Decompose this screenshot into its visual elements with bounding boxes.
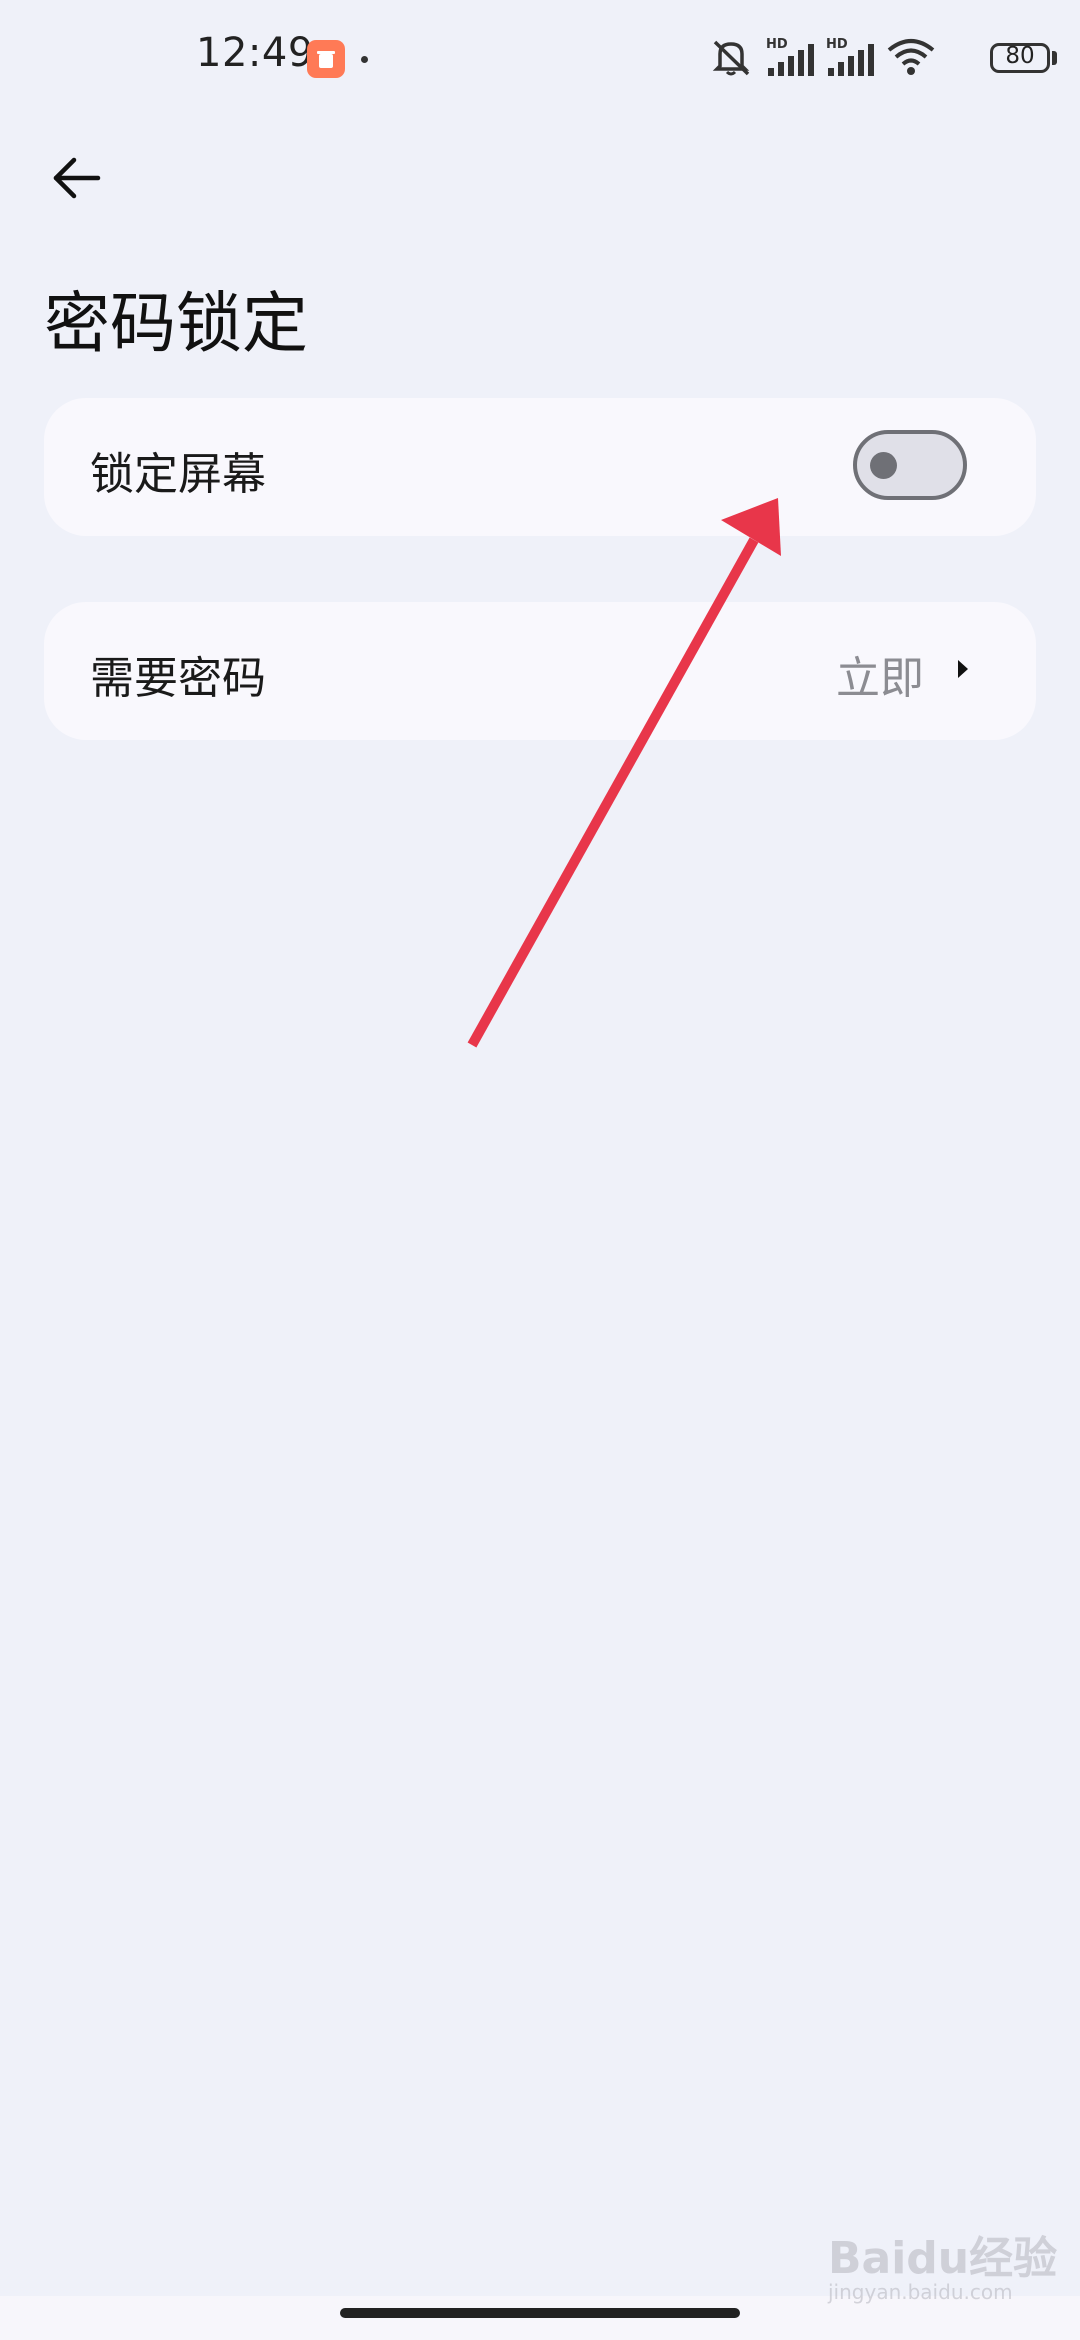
toggle-knob <box>870 452 897 479</box>
require-password-value: 立即 <box>836 653 924 704</box>
status-bar: 12:49 HD HD 80 <box>0 0 1080 120</box>
home-indicator[interactable] <box>340 2308 740 2318</box>
battery-tip <box>1052 51 1057 65</box>
battery-level: 80 <box>1005 43 1035 69</box>
notification-dot <box>361 56 368 63</box>
watermark: Baidu经验 <box>828 2233 1058 2284</box>
watermark-url: jingyan.baidu.com <box>828 2280 1013 2304</box>
require-password-row[interactable]: 需要密码 立即 <box>44 602 1036 740</box>
page-title: 密码锁定 <box>44 285 308 362</box>
hd-signal-icon: HD <box>766 37 814 76</box>
arrow-left-icon[interactable] <box>48 150 104 206</box>
app-notification-icon <box>307 40 345 78</box>
hd-signal-icon: HD <box>826 37 874 76</box>
lock-screen-label: 锁定屏幕 <box>90 449 266 500</box>
battery-icon: 80 <box>990 43 1050 73</box>
svg-text:HD: HD <box>826 37 848 52</box>
lock-screen-row[interactable]: 锁定屏幕 <box>44 398 1036 536</box>
svg-text:HD: HD <box>766 37 788 52</box>
wifi-icon <box>887 39 935 75</box>
require-password-label: 需要密码 <box>90 653 266 704</box>
lock-screen-toggle[interactable] <box>853 430 967 500</box>
chevron-right-icon <box>958 660 968 678</box>
silent-icon <box>712 40 750 76</box>
clock: 12:49 <box>196 30 314 76</box>
